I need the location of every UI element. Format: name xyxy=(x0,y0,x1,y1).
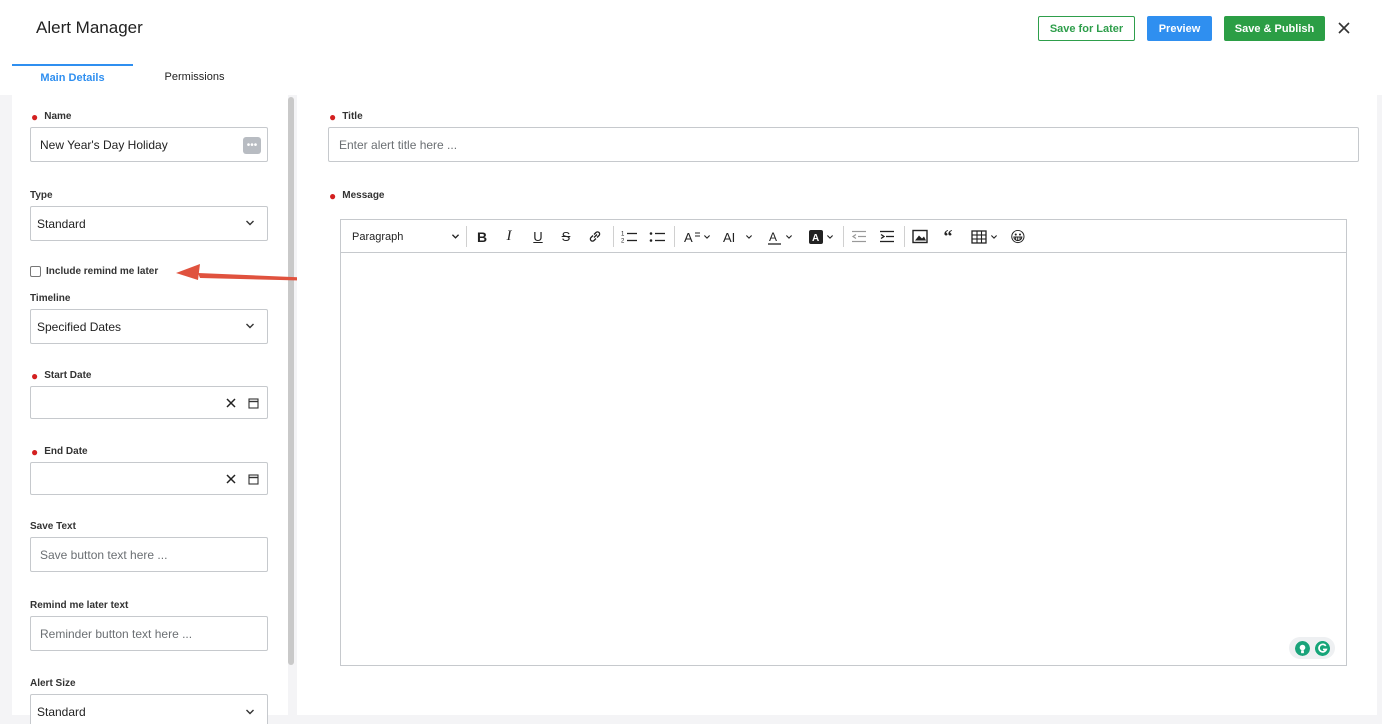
chevron-down-icon xyxy=(451,234,460,239)
grammarly-icon[interactable] xyxy=(1314,640,1330,656)
numbered-list-icon[interactable]: 1 2 xyxy=(620,227,638,246)
blockquote-icon[interactable]: “ xyxy=(939,226,957,246)
chevron-down-icon xyxy=(990,234,997,239)
chevron-down-icon xyxy=(785,234,793,239)
type-select[interactable]: Standard xyxy=(30,206,268,241)
chevron-down-icon xyxy=(246,323,254,329)
underline-icon[interactable]: U xyxy=(530,227,546,246)
lightbulb-icon[interactable] xyxy=(1294,640,1310,656)
clear-icon[interactable] xyxy=(225,397,237,409)
required-marker: ● xyxy=(31,368,39,383)
toolbar-divider xyxy=(904,226,905,247)
app-title: Alert Manager xyxy=(36,18,143,37)
font-family-dropdown[interactable]: AI xyxy=(721,227,755,246)
chevron-down-icon xyxy=(246,709,254,715)
toolbar-divider xyxy=(843,226,844,247)
link-icon[interactable] xyxy=(587,227,603,246)
svg-text:1: 1 xyxy=(621,232,625,238)
remind-text-placeholder: Reminder button text here ... xyxy=(40,626,193,641)
highlight-color-icon: A xyxy=(809,229,823,244)
alert-size-label: Alert Size xyxy=(30,678,76,689)
end-date-input[interactable] xyxy=(30,462,268,495)
clear-icon[interactable] xyxy=(225,473,237,485)
preview-button[interactable]: Preview xyxy=(1147,16,1212,41)
title-input[interactable]: Enter alert title here ... xyxy=(328,127,1359,162)
remind-text-input[interactable]: Reminder button text here ... xyxy=(30,616,268,651)
timeline-select[interactable]: Specified Dates xyxy=(30,309,268,344)
font-size-dropdown[interactable]: A xyxy=(681,227,713,246)
close-icon[interactable] xyxy=(1334,18,1354,38)
toolbar-divider xyxy=(613,226,614,247)
timeline-label: Timeline xyxy=(30,293,71,304)
paragraph-style-label: Paragraph xyxy=(352,230,404,243)
paragraph-style-dropdown[interactable]: Paragraph xyxy=(352,227,460,246)
chevron-down-icon xyxy=(826,234,834,239)
start-date-label: ● Start Date xyxy=(31,368,92,383)
svg-text:AI: AI xyxy=(723,230,735,245)
editor-toolbar: Paragraph B I U S 1 2 A AI A A “ 😀 xyxy=(341,220,1346,253)
name-field[interactable]: New Year's Day Holiday ••• xyxy=(30,127,268,162)
start-date-input[interactable] xyxy=(30,386,268,419)
remind-later-checkbox-label[interactable]: Include remind me later xyxy=(46,266,158,277)
highlight-color-dropdown[interactable]: A xyxy=(805,227,837,246)
type-label: Type xyxy=(30,190,53,201)
strikethrough-icon[interactable]: S xyxy=(558,227,574,246)
required-marker: ● xyxy=(329,188,337,203)
tab-permissions[interactable]: Permissions xyxy=(134,64,255,90)
toolbar-divider xyxy=(466,226,467,247)
bold-icon[interactable]: B xyxy=(473,227,491,246)
font-size-icon: A xyxy=(684,230,700,245)
calendar-icon[interactable] xyxy=(248,397,259,409)
left-panel-scrollbar[interactable] xyxy=(288,97,294,665)
alert-size-select[interactable]: Standard xyxy=(30,694,268,724)
chevron-down-icon xyxy=(703,234,711,239)
name-label: ● Name xyxy=(31,109,72,124)
save-for-later-button[interactable]: Save for Later xyxy=(1038,16,1135,41)
required-marker: ● xyxy=(31,109,39,124)
table-icon xyxy=(970,229,987,244)
save-text-label: Save Text xyxy=(30,521,76,532)
message-editor[interactable]: Paragraph B I U S 1 2 A AI A A “ 😀 xyxy=(340,219,1347,666)
grammarly-widget[interactable] xyxy=(1289,637,1335,659)
header-bar: Alert Manager Save for Later Preview Sav… xyxy=(0,0,1382,58)
indent-icon[interactable] xyxy=(878,227,896,246)
save-text-input[interactable]: Save button text here ... xyxy=(30,537,268,572)
alert-size-value: Standard xyxy=(37,705,86,719)
svg-text:A: A xyxy=(684,230,693,245)
calendar-icon[interactable] xyxy=(248,473,259,485)
svg-text:A: A xyxy=(769,230,777,244)
font-family-icon: AI xyxy=(723,230,735,245)
image-icon[interactable] xyxy=(911,227,929,246)
font-color-dropdown[interactable]: A xyxy=(765,227,795,246)
required-marker: ● xyxy=(329,109,337,124)
emoji-icon[interactable]: 😀 xyxy=(1008,227,1028,246)
save-text-placeholder: Save button text here ... xyxy=(40,547,168,562)
chevron-down-icon xyxy=(246,220,254,226)
toolbar-divider xyxy=(674,226,675,247)
bullet-list-icon[interactable] xyxy=(648,227,666,246)
more-options-icon[interactable]: ••• xyxy=(243,137,261,154)
title-label: ● Title xyxy=(329,109,363,124)
save-and-publish-button[interactable]: Save & Publish xyxy=(1224,16,1325,41)
timeline-value: Specified Dates xyxy=(37,319,122,334)
tab-main-details[interactable]: Main Details xyxy=(12,64,133,90)
font-color-icon: A xyxy=(768,230,781,245)
chevron-down-icon xyxy=(745,234,753,239)
remind-text-label: Remind me later text xyxy=(30,600,129,611)
italic-icon[interactable]: I xyxy=(501,227,517,246)
message-label: ● Message xyxy=(329,188,385,203)
svg-text:A: A xyxy=(812,233,819,244)
end-date-label: ● End Date xyxy=(31,444,88,459)
required-marker: ● xyxy=(31,444,39,459)
type-value: Standard xyxy=(37,216,86,231)
title-placeholder: Enter alert title here ... xyxy=(339,137,458,152)
outdent-icon[interactable] xyxy=(850,227,868,246)
remind-later-checkbox[interactable] xyxy=(30,266,41,277)
table-dropdown[interactable] xyxy=(968,227,1000,246)
tab-bar: Main Details Permissions xyxy=(0,58,1382,95)
name-value: New Year's Day Holiday xyxy=(40,137,168,152)
svg-text:2: 2 xyxy=(621,239,625,245)
